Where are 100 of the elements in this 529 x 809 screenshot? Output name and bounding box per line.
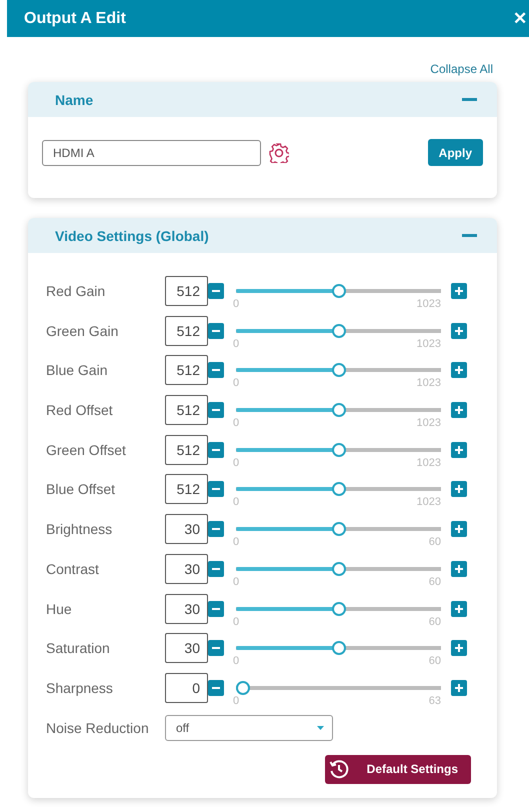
plus-icon [455,326,463,335]
plus-icon [455,366,463,374]
decrease-button[interactable] [208,680,224,696]
slider-label: Green Gain [46,322,120,341]
dropdown-value: off [176,720,190,735]
decrease-button[interactable] [208,640,224,656]
increase-button[interactable] [451,521,467,538]
minus-icon [462,234,477,237]
slider-thumb[interactable] [332,442,346,457]
decrease-button[interactable] [208,362,224,378]
value-field[interactable]: 512 [165,316,208,346]
value-field[interactable]: 512 [165,395,208,426]
slider-label: Sharpness [46,678,114,698]
slider-thumb[interactable] [332,602,346,616]
increase-button[interactable] [451,560,467,577]
minus-icon [212,409,220,412]
apply-button[interactable]: Apply [428,139,483,166]
increase-button[interactable] [451,362,467,378]
value-field[interactable]: 512 [165,474,208,504]
increase-button[interactable] [451,481,467,498]
slider-label: Green Offset [46,440,127,460]
slider-thumb[interactable] [236,680,250,695]
value-field[interactable]: 512 [165,355,208,386]
slider-label: Hue [46,600,73,618]
increase-button[interactable] [451,402,467,418]
decrease-button[interactable] [208,283,224,299]
max-label: 63 [428,694,441,707]
slider-thumb[interactable] [332,562,346,576]
slider-label: Blue Offset [46,480,116,500]
plus-icon [455,406,463,414]
decrease-button[interactable] [208,481,224,498]
slider-thumb[interactable] [332,403,346,418]
increase-button[interactable] [451,442,467,458]
slider-label: Red Gain [46,282,106,301]
value-field[interactable]: 30 [165,514,208,544]
max-label: 60 [428,576,441,588]
min-label: 0 [233,536,240,548]
slider-thumb[interactable] [332,641,346,656]
slider-label: Brightness [46,520,114,540]
collapse-all-link[interactable]: Collapse All [430,62,493,76]
min-label: 0 [233,694,240,707]
plus-icon [455,564,463,573]
decrease-button[interactable] [208,402,224,418]
slider-thumb[interactable] [332,284,346,298]
decrease-button[interactable] [208,322,224,339]
default-settings-button[interactable]: Default Settings [324,754,471,784]
reset-clock-icon [328,759,349,780]
name-input-field[interactable]: HDMI A [42,140,261,166]
section-title: Video Settings (Global) [55,228,209,244]
value-field[interactable]: 512 [165,276,208,306]
slider-label: Contrast [46,560,100,579]
decrease-button[interactable] [208,560,224,577]
min-label: 0 [233,576,240,588]
gear-icon[interactable] [269,142,289,162]
slider-thumb[interactable] [332,522,346,536]
close-button[interactable]: ✕ [513,8,529,29]
value-field[interactable]: 0 [165,672,208,703]
min-label: 0 [233,456,240,469]
minus-icon [212,290,220,292]
slider-thumb[interactable] [332,363,346,378]
increase-button[interactable] [451,283,467,299]
min-label: 0 [233,338,240,350]
max-label: 60 [428,616,441,628]
minus-icon [212,528,220,530]
minus-icon [212,686,220,689]
value-field[interactable]: 512 [165,434,208,465]
max-label: 60 [428,536,441,548]
decrease-button[interactable] [208,600,224,616]
value-field[interactable]: 30 [165,633,208,664]
plus-icon [455,485,463,494]
slider-label: Red Offset [46,401,114,420]
decrease-button[interactable] [208,442,224,458]
minus-icon [212,647,220,650]
minus-icon [212,330,220,332]
minus-icon [462,98,477,101]
increase-button[interactable] [451,322,467,339]
minus-icon [212,369,220,372]
increase-button[interactable] [451,680,467,696]
increase-button[interactable] [451,640,467,656]
slider-thumb[interactable] [332,324,346,338]
max-label: 1023 [416,298,441,310]
max-label: 60 [428,655,441,668]
value-field[interactable]: 30 [165,594,208,624]
min-label: 0 [233,417,240,430]
decrease-button[interactable] [208,521,224,538]
plus-icon [455,446,463,454]
slider-label: Blue Gain [46,361,108,380]
window-title: Output A Edit [24,10,126,28]
minus-icon [212,448,220,451]
increase-button[interactable] [451,600,467,616]
minus-icon [212,608,220,610]
min-label: 0 [233,616,240,628]
max-label: 1023 [416,377,441,390]
value-field[interactable]: 30 [165,554,208,584]
max-label: 1023 [416,456,441,469]
slider-thumb[interactable] [332,482,346,496]
slider-label: Saturation [46,639,111,658]
min-label: 0 [233,377,240,390]
noise-reduction-dropdown[interactable]: off [165,714,333,741]
plus-icon [455,604,463,612]
